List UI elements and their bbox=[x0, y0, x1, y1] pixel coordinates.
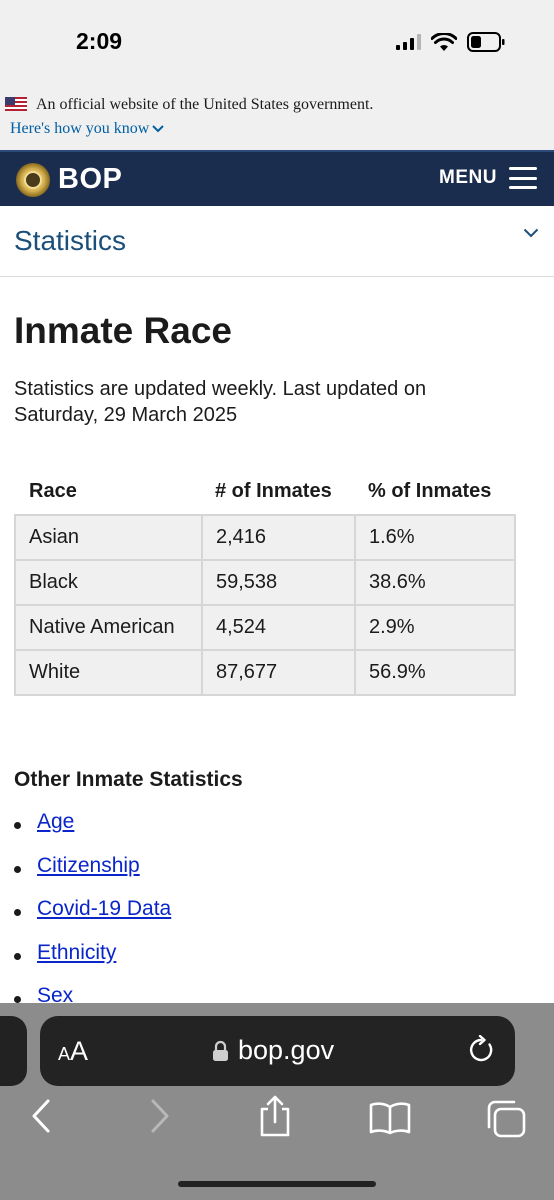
status-time: 2:09 bbox=[76, 28, 123, 54]
page-title: Inmate Race bbox=[14, 310, 232, 351]
list-item: Ethnicity bbox=[14, 941, 171, 985]
statistics-nav-label: Statistics bbox=[14, 225, 127, 256]
site-brand[interactable]: BOP bbox=[58, 163, 122, 196]
link-ethnicity[interactable]: Ethnicity bbox=[37, 941, 116, 964]
lock-icon bbox=[213, 1040, 228, 1061]
percent-cell: 1.6% bbox=[354, 514, 516, 561]
forward-icon[interactable] bbox=[149, 1098, 171, 1134]
aa-small-label: A bbox=[58, 1044, 71, 1064]
percent-cell: 38.6% bbox=[354, 559, 516, 606]
bookmarks-icon[interactable] bbox=[368, 1101, 412, 1135]
table-row: White 87,677 56.9% bbox=[14, 649, 516, 696]
cellular-signal-icon bbox=[396, 34, 421, 50]
other-statistics-list: Age Citizenship Covid-19 Data Ethnicity … bbox=[14, 810, 171, 1028]
site-header: BOP MENU bbox=[0, 150, 554, 206]
update-note: Statistics are updated weekly. Last upda… bbox=[14, 376, 514, 428]
race-table: Asian 2,416 1.6% Black 59,538 38.6% Nati… bbox=[14, 514, 516, 696]
statistics-nav-toggle[interactable]: Statistics bbox=[0, 206, 554, 277]
address-bar[interactable]: AA bop.gov bbox=[40, 1016, 515, 1086]
link-citizenship[interactable]: Citizenship bbox=[37, 854, 140, 877]
hamburger-icon bbox=[509, 167, 537, 189]
column-header-percent: % of Inmates bbox=[368, 480, 492, 502]
list-item: Age bbox=[14, 810, 171, 854]
count-cell: 59,538 bbox=[201, 559, 356, 606]
tabs-icon[interactable] bbox=[485, 1099, 527, 1139]
battery-icon bbox=[467, 32, 505, 52]
table-row: Asian 2,416 1.6% bbox=[14, 514, 516, 561]
column-header-race: Race bbox=[29, 480, 77, 502]
status-bar: 2:09 bbox=[0, 0, 554, 84]
url-display[interactable]: bop.gov bbox=[212, 1035, 334, 1066]
url-text: bop.gov bbox=[238, 1035, 335, 1065]
previous-tab-card[interactable] bbox=[0, 1016, 27, 1086]
table-row: Native American 4,524 2.9% bbox=[14, 604, 516, 651]
menu-button[interactable]: MENU bbox=[439, 167, 537, 189]
share-icon[interactable] bbox=[256, 1094, 294, 1138]
home-indicator bbox=[178, 1181, 376, 1187]
link-age[interactable]: Age bbox=[37, 810, 74, 833]
chevron-down-icon bbox=[523, 228, 539, 238]
update-note-line1: Statistics are updated weekly. Last upda… bbox=[14, 378, 427, 400]
page-settings-button[interactable]: AA bbox=[58, 1036, 88, 1067]
race-cell: Native American bbox=[14, 604, 203, 651]
link-covid-19-data[interactable]: Covid-19 Data bbox=[37, 897, 171, 920]
race-cell: Asian bbox=[14, 514, 203, 561]
race-cell: White bbox=[14, 649, 203, 696]
us-flag-icon bbox=[5, 97, 27, 111]
update-note-line2: Saturday, 29 March 2025 bbox=[14, 404, 238, 426]
gov-banner-text: An official website of the United States… bbox=[36, 96, 374, 113]
column-header-count: # of Inmates bbox=[215, 480, 332, 502]
count-cell: 4,524 bbox=[201, 604, 356, 651]
list-item: Citizenship bbox=[14, 854, 171, 898]
reload-icon[interactable] bbox=[467, 1035, 495, 1065]
wifi-icon bbox=[431, 32, 457, 51]
percent-cell: 56.9% bbox=[354, 649, 516, 696]
aa-large-label: A bbox=[70, 1036, 89, 1066]
list-item: Covid-19 Data bbox=[14, 897, 171, 941]
back-icon[interactable] bbox=[30, 1098, 52, 1134]
count-cell: 87,677 bbox=[201, 649, 356, 696]
heres-how-you-know-label: Here's how you know bbox=[10, 120, 150, 137]
chevron-down-icon bbox=[152, 125, 165, 133]
count-cell: 2,416 bbox=[201, 514, 356, 561]
menu-label: MENU bbox=[439, 167, 497, 188]
percent-cell: 2.9% bbox=[354, 604, 516, 651]
table-row: Black 59,538 38.6% bbox=[14, 559, 516, 606]
other-statistics-heading: Other Inmate Statistics bbox=[14, 768, 243, 791]
heres-how-you-know-link[interactable]: Here's how you know bbox=[10, 120, 165, 138]
bop-seal-logo[interactable] bbox=[16, 163, 50, 197]
gov-banner: An official website of the United States… bbox=[0, 84, 554, 150]
status-icons bbox=[396, 31, 505, 53]
race-cell: Black bbox=[14, 559, 203, 606]
